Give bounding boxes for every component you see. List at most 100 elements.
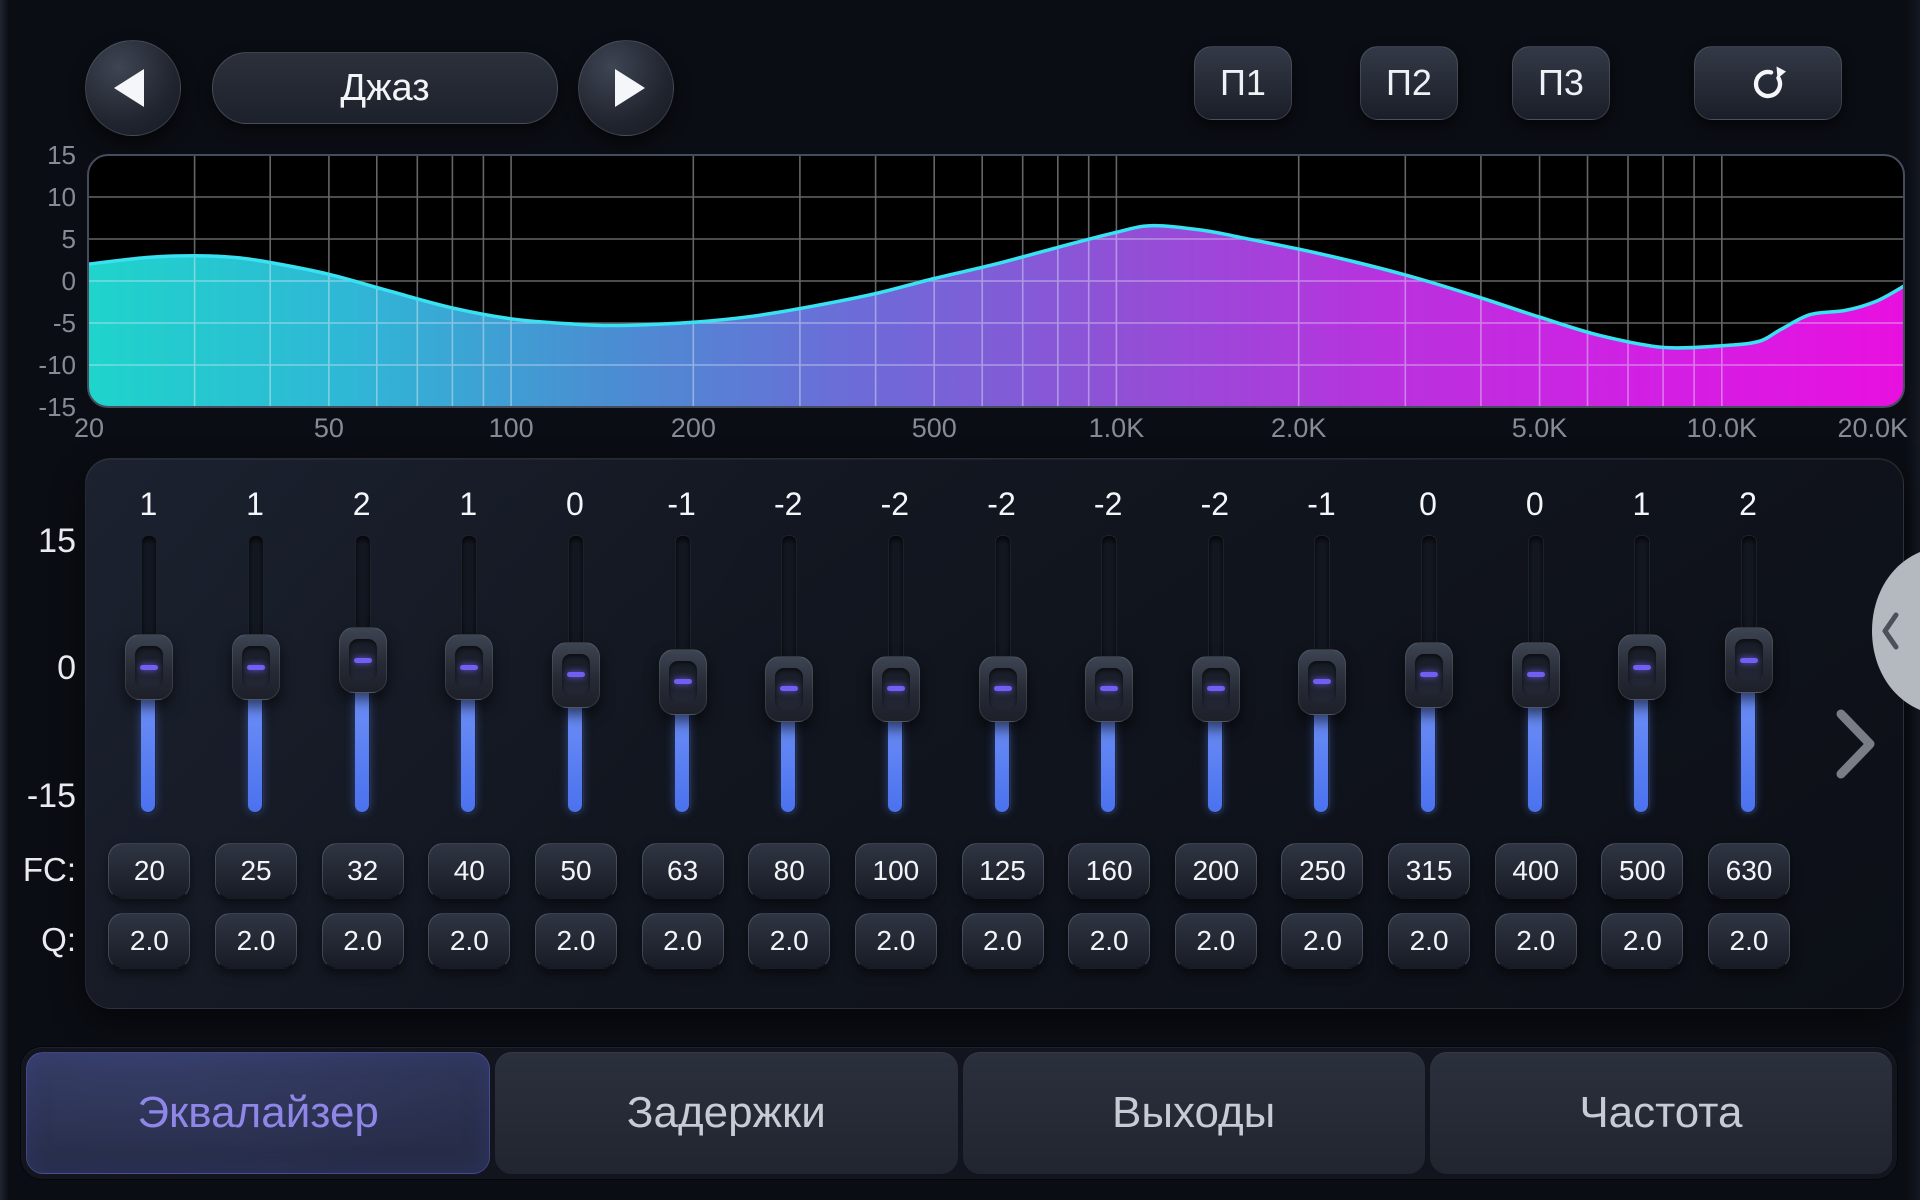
band-slider-thumb[interactable] [1725,627,1773,693]
x-axis-tick-label: 10.0K [1686,413,1757,443]
band-fc-button[interactable]: 500 [1601,843,1683,899]
band-q-button[interactable]: 2.0 [855,913,937,969]
x-axis-tick-label: 500 [912,413,957,443]
band-fc-button[interactable]: 32 [322,843,404,899]
band-gain-value: 0 [533,486,617,523]
fc-row-label: FC: [0,851,76,889]
y-axis-tick-label: -5 [53,308,76,338]
band-slider-thumb[interactable] [1298,649,1346,715]
band-q-button[interactable]: 2.0 [215,913,297,969]
slider-thumb-dash [1740,658,1758,663]
band-slider-thumb[interactable] [1085,656,1133,722]
band-q-button[interactable]: 2.0 [1175,913,1257,969]
slider-thumb-inner [989,668,1017,710]
band-slider-thumb[interactable] [979,656,1027,722]
memory-button-p3[interactable]: П3 [1512,46,1610,120]
preset-prev-button[interactable] [85,40,181,136]
band-gain-value: 1 [213,486,297,523]
y-axis-tick-label: 5 [62,224,76,254]
band-q-button[interactable]: 2.0 [1495,913,1577,969]
band-slider-thumb[interactable] [1618,634,1666,700]
slider-thumb-inner [882,668,910,710]
tab-equalizer-label: Эквалайзер [137,1088,379,1138]
bottom-tab-bar: Эквалайзер Задержки Выходы Частота [20,1046,1898,1180]
slider-thumb-dash [1313,679,1331,684]
y-axis-tick-label: -15 [38,392,76,422]
band-fc-button[interactable]: 125 [962,843,1044,899]
preset-name-display[interactable]: Джаз [212,52,558,124]
band-gain-value: 2 [1706,486,1790,523]
band-slider-thumb[interactable] [659,649,707,715]
band-q-button[interactable]: 2.0 [962,913,1044,969]
band-slider-thumb[interactable] [1512,642,1560,708]
slider-thumb-inner [242,646,270,688]
memory-button-p2-label: П2 [1386,62,1432,104]
x-axis-tick-label: 50 [314,413,344,443]
tab-delays-label: Задержки [627,1088,826,1138]
band-fc-button[interactable]: 630 [1708,843,1790,899]
band-q-button[interactable]: 2.0 [748,913,830,969]
band-slider-thumb[interactable] [125,634,173,700]
band-fc-button[interactable]: 40 [428,843,510,899]
memory-button-p2[interactable]: П2 [1360,46,1458,120]
band-slider-thumb[interactable] [445,634,493,700]
slider-scale-zero-label: 0 [0,649,76,688]
band-q-button[interactable]: 2.0 [1068,913,1150,969]
slider-thumb-dash [994,686,1012,691]
band-fc-button[interactable]: 50 [535,843,617,899]
slider-thumb-inner [1095,668,1123,710]
slider-thumb-dash [1100,686,1118,691]
preset-next-button[interactable] [578,40,674,136]
band-fc-button[interactable]: 100 [855,843,937,899]
band-gain-value: 1 [1599,486,1683,523]
band-slider-thumb[interactable] [872,656,920,722]
tab-frequency[interactable]: Частота [1430,1052,1892,1174]
x-axis-tick-label: 1.0K [1089,413,1145,443]
memory-button-p1[interactable]: П1 [1194,46,1292,120]
band-slider-thumb[interactable] [1192,656,1240,722]
band-gain-value: -1 [640,486,724,523]
band-q-button[interactable]: 2.0 [1388,913,1470,969]
band-slider-thumb[interactable] [552,642,600,708]
band-fc-button[interactable]: 250 [1281,843,1363,899]
slider-thumb-inner [1202,668,1230,710]
band-slider-thumb[interactable] [232,634,280,700]
band-q-button[interactable]: 2.0 [322,913,404,969]
tab-delays[interactable]: Задержки [495,1052,957,1174]
chevron-right-icon [1841,714,1870,774]
band-q-button[interactable]: 2.0 [642,913,724,969]
band-slider-thumb[interactable] [1405,642,1453,708]
next-bands-button[interactable] [1830,706,1880,782]
band-gain-value: -2 [960,486,1044,523]
slider-thumb-dash [1527,672,1545,677]
band-fc-button[interactable]: 200 [1175,843,1257,899]
band-fc-button[interactable]: 400 [1495,843,1577,899]
band-fc-button[interactable]: 315 [1388,843,1470,899]
band-q-button[interactable]: 2.0 [535,913,617,969]
x-axis-tick-label: 20 [74,413,104,443]
band-gain-value: 0 [1386,486,1470,523]
x-axis-tick-label: 100 [489,413,534,443]
band-q-button[interactable]: 2.0 [108,913,190,969]
band-fc-button[interactable]: 25 [215,843,297,899]
band-q-button[interactable]: 2.0 [1601,913,1683,969]
x-axis-tick-label: 2.0K [1271,413,1327,443]
drawer-handle[interactable] [1860,552,1920,710]
band-q-button[interactable]: 2.0 [1281,913,1363,969]
slider-thumb-inner [455,646,483,688]
tab-outputs[interactable]: Выходы [963,1052,1425,1174]
band-q-button[interactable]: 2.0 [428,913,510,969]
tab-equalizer[interactable]: Эквалайзер [26,1052,490,1174]
band-slider-thumb[interactable] [339,627,387,693]
y-axis-tick-label: 0 [62,266,76,296]
band-q-button[interactable]: 2.0 [1708,913,1790,969]
band-gain-value: -2 [1066,486,1150,523]
band-fc-button[interactable]: 20 [108,843,190,899]
band-slider-thumb[interactable] [765,656,813,722]
band-fc-button[interactable]: 63 [642,843,724,899]
slider-thumb-dash [247,665,265,670]
band-fc-button[interactable]: 160 [1068,843,1150,899]
reset-button[interactable] [1694,46,1842,120]
slider-scale-min-label: -15 [0,777,76,816]
band-fc-button[interactable]: 80 [748,843,830,899]
